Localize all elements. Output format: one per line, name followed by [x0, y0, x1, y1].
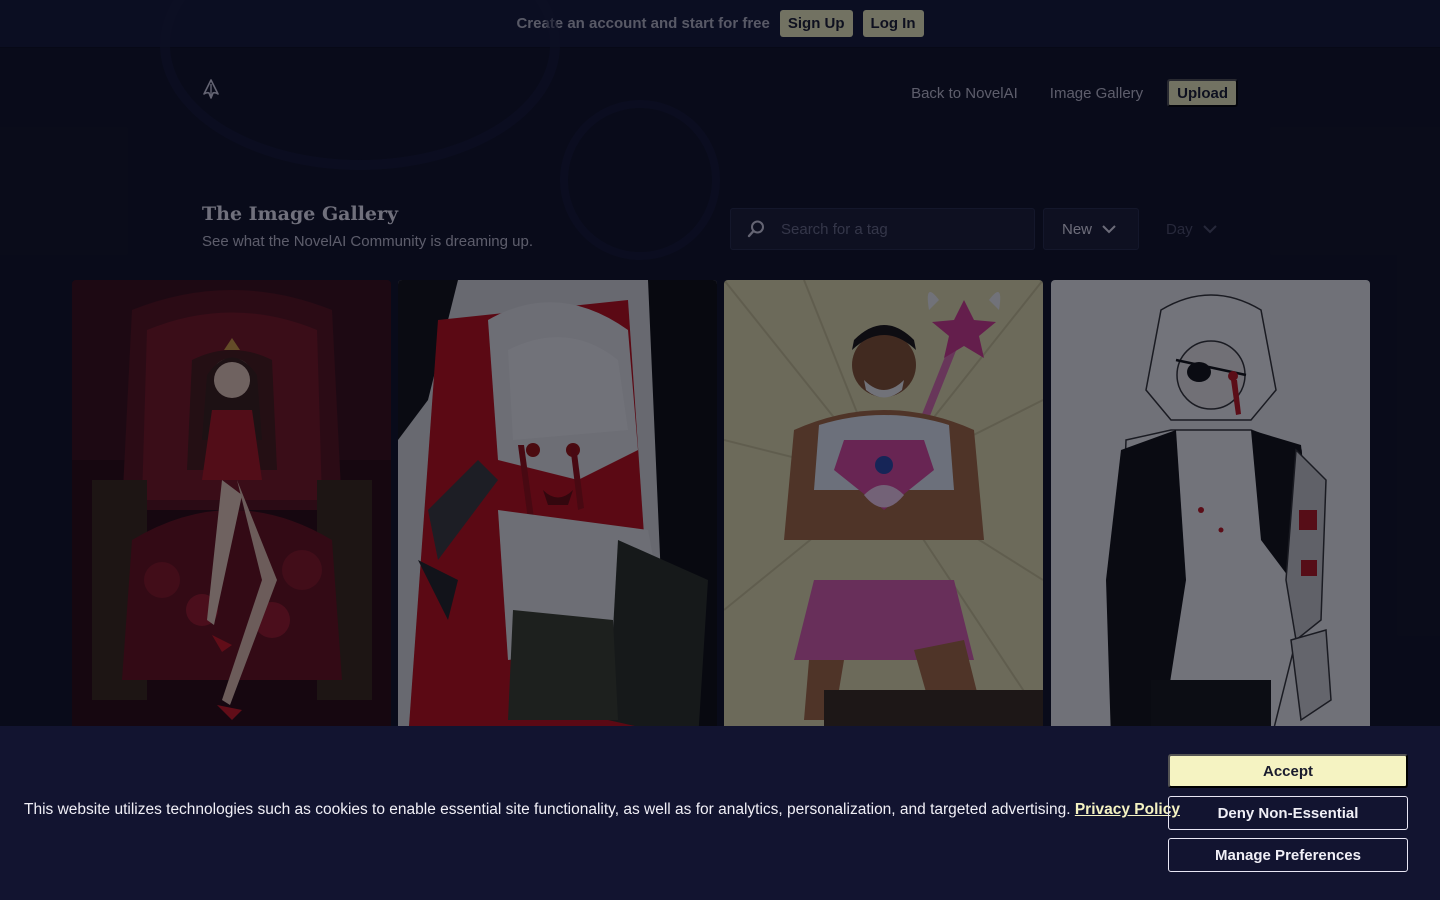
- image-gallery-link[interactable]: Image Gallery: [1050, 85, 1143, 102]
- back-to-novelai-link[interactable]: Back to NovelAI: [911, 85, 1018, 102]
- tag-search: [730, 208, 1035, 250]
- privacy-policy-link[interactable]: Privacy Policy: [1075, 801, 1180, 818]
- deny-non-essential-button[interactable]: Deny Non-Essential: [1168, 796, 1408, 830]
- log-in-button[interactable]: Log In: [862, 10, 924, 37]
- period-select[interactable]: Day: [1148, 208, 1238, 250]
- gallery-image: [1051, 280, 1370, 740]
- chevron-down-icon: [1202, 221, 1217, 238]
- gallery-image-card[interactable]: [724, 280, 1043, 740]
- gallery-image: [72, 280, 391, 740]
- gallery-image-card[interactable]: [1051, 280, 1370, 740]
- novelai-logo-icon[interactable]: [200, 78, 222, 100]
- gallery-image-card[interactable]: [72, 280, 391, 740]
- sort-select[interactable]: New: [1043, 208, 1139, 250]
- page-title: The Image Gallery: [202, 203, 399, 225]
- sign-up-button[interactable]: Sign Up: [779, 10, 853, 37]
- cookie-text: This website utilizes technologies such …: [24, 801, 1075, 818]
- search-icon: [731, 209, 781, 249]
- gallery-image: [724, 280, 1043, 740]
- accept-cookies-button[interactable]: Accept: [1168, 754, 1408, 788]
- period-value: Day: [1166, 220, 1193, 238]
- image-grid: [72, 280, 1370, 740]
- gallery-image: [398, 280, 717, 740]
- chevron-down-icon: [1102, 221, 1116, 238]
- top-nav: Back to NovelAI Image Gallery Upload: [911, 79, 1238, 107]
- page-subtitle: See what the NovelAI Community is dreami…: [202, 233, 533, 250]
- manage-preferences-button[interactable]: Manage Preferences: [1168, 838, 1408, 872]
- background-decoration: [560, 100, 720, 260]
- search-input[interactable]: [781, 210, 1034, 248]
- sort-value: New: [1062, 220, 1093, 238]
- gallery-image-card[interactable]: [398, 280, 717, 740]
- cookie-message: This website utilizes technologies such …: [24, 801, 1180, 819]
- upload-button[interactable]: Upload: [1167, 79, 1238, 107]
